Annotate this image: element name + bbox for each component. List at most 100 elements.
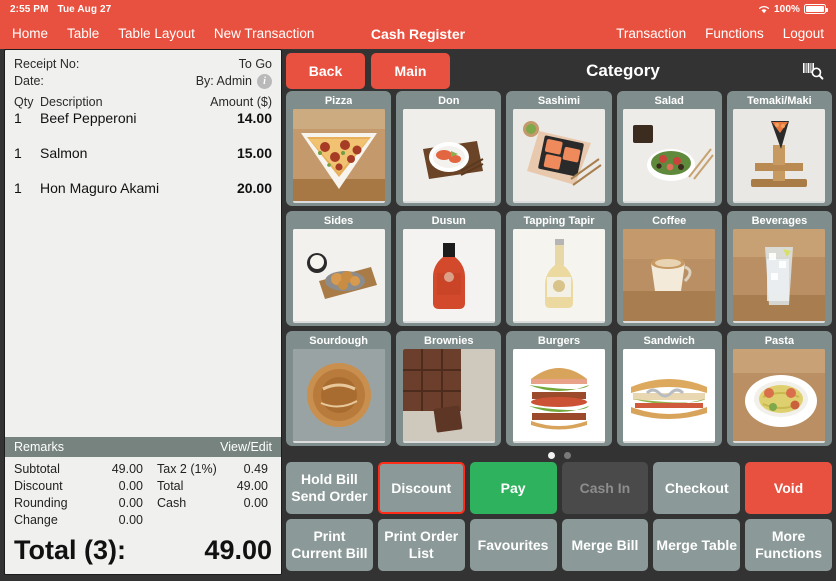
nav-functions[interactable]: Functions	[705, 26, 764, 41]
status-bar: 2:55 PM Tue Aug 27 100%	[0, 0, 836, 18]
nav-home[interactable]: Home	[12, 26, 48, 41]
category-title: Category	[586, 61, 660, 80]
category-tile-sides[interactable]: Sides	[286, 211, 392, 326]
remarks-label: Remarks	[14, 440, 65, 454]
pay-button[interactable]: Pay	[469, 462, 557, 514]
category-tile-sandwich[interactable]: Sandwich	[616, 331, 722, 446]
back-button[interactable]: Back	[286, 53, 365, 89]
category-tile-coffee[interactable]: Coffee	[616, 211, 722, 326]
nav-table-layout[interactable]: Table Layout	[118, 26, 195, 41]
checkout-label: Checkout	[664, 479, 729, 496]
category-label: Burgers	[537, 335, 581, 347]
receipt-items-list[interactable]: 1 Beef Pepperoni 14.00 1 Salmon 15.00 1 …	[5, 110, 281, 437]
grand-total-row: Total (3): 49.00	[5, 529, 281, 574]
info-icon[interactable]: i	[257, 74, 272, 89]
hold-bill-send-order-button[interactable]: Hold Bill Send Order	[286, 462, 373, 514]
category-tile-pizza[interactable]: Pizza	[286, 91, 392, 206]
pager-dot-2[interactable]	[563, 451, 571, 459]
category-grid: Pizza Don Sashimi Salad Temaki/Maki Side…	[286, 91, 832, 448]
receipt-no-value: To Go	[238, 57, 272, 71]
rounding-value: 0.00	[118, 496, 143, 510]
item-description: Salmon	[40, 145, 88, 161]
print-order-list-button[interactable]: Print Order List	[377, 519, 465, 571]
category-label: Tapping Tapir	[523, 215, 595, 227]
category-label: Sourdough	[309, 335, 368, 347]
discount-button[interactable]: Discount	[377, 462, 465, 514]
category-label: Sides	[323, 215, 354, 227]
merge-bill-button[interactable]: Merge Bill	[561, 519, 649, 571]
category-thumbnail-sourdough	[292, 349, 385, 443]
totals-row-cash: Cash 0.00	[143, 495, 268, 512]
nav-table[interactable]: Table	[67, 26, 99, 41]
favourites-button[interactable]: Favourites	[469, 519, 557, 571]
more-functions-label: More Functions	[755, 528, 823, 561]
category-thumbnail-tapir	[512, 229, 605, 323]
category-thumbnail-salad	[623, 109, 716, 203]
grand-total-label: Total (3):	[14, 535, 126, 565]
merge-table-button[interactable]: Merge Table	[653, 519, 741, 571]
category-label: Coffee	[652, 215, 687, 227]
category-tile-salad[interactable]: Salad	[616, 91, 722, 206]
hold-bill-label: Hold Bill Send Order	[291, 471, 368, 504]
category-thumbnail-dusun	[402, 229, 495, 323]
receipt-line-item[interactable]: 1 Beef Pepperoni 14.00	[14, 110, 272, 145]
category-thumbnail-sandwich	[623, 349, 716, 443]
pager-dot-1[interactable]	[547, 451, 555, 459]
cash-label: Cash	[157, 496, 187, 510]
category-tile-beverages[interactable]: Beverages	[726, 211, 832, 326]
status-time: 2:55 PM	[10, 3, 49, 15]
receipt-panel: Receipt No: To Go Date: By: Admin i Qty …	[4, 49, 282, 575]
category-thumbnail-sashimi	[512, 109, 605, 203]
nav-new-transaction[interactable]: New Transaction	[214, 26, 315, 41]
barcode-search-icon[interactable]	[796, 56, 830, 86]
category-tile-brownies[interactable]: Brownies	[396, 331, 502, 446]
category-label: Pasta	[764, 335, 795, 347]
cash-in-label: Cash In	[579, 479, 631, 496]
category-tile-sourdough[interactable]: Sourdough	[286, 331, 392, 446]
category-tile-dusun[interactable]: Dusun	[396, 211, 502, 326]
category-pager[interactable]	[286, 448, 832, 462]
discount-value: 0.00	[118, 479, 143, 493]
receipt-column-headers: Qty Description Amount ($)	[5, 92, 281, 110]
void-button[interactable]: Void	[745, 462, 832, 514]
nav-logout[interactable]: Logout	[783, 26, 824, 41]
totals-section: Subtotal 49.00 Discount 0.00 Rounding 0.…	[5, 457, 281, 529]
category-panel: Back Main Category Pizza Don Sashimi Sal…	[286, 49, 836, 581]
item-amount: 15.00	[236, 145, 272, 161]
category-tile-sashimi[interactable]: Sashimi	[506, 91, 612, 206]
cash-value: 0.00	[243, 496, 268, 510]
category-label: Temaki/Maki	[747, 95, 812, 107]
category-tile-pasta[interactable]: Pasta	[726, 331, 832, 446]
more-functions-button[interactable]: More Functions	[745, 519, 832, 571]
category-label: Pizza	[324, 95, 353, 107]
remarks-bar[interactable]: Remarks View/Edit	[5, 437, 281, 457]
category-tile-burgers[interactable]: Burgers	[506, 331, 612, 446]
view-edit-link[interactable]: View/Edit	[220, 440, 272, 454]
category-label: Sashimi	[537, 95, 581, 107]
status-date: Tue Aug 27	[57, 3, 112, 15]
checkout-button[interactable]: Checkout	[653, 462, 741, 514]
main-button[interactable]: Main	[371, 53, 450, 89]
totals-row-subtotal: Subtotal 49.00	[14, 461, 143, 478]
change-label: Change	[14, 513, 58, 527]
nav-left-group: Home Table Table Layout New Transaction	[12, 26, 314, 41]
category-tile-don[interactable]: Don	[396, 91, 502, 206]
item-amount: 14.00	[236, 110, 272, 126]
totals-row-discount: Discount 0.00	[14, 478, 143, 495]
receipt-line-item[interactable]: 1 Hon Maguro Akami 20.00	[14, 180, 272, 215]
totals-right-column: Tax 2 (1%) 0.49 Total 49.00 Cash 0.00	[143, 461, 272, 529]
totals-row-total: Total 49.00	[143, 478, 268, 495]
category-thumbnail-burgers	[512, 349, 605, 443]
totals-left-column: Subtotal 49.00 Discount 0.00 Rounding 0.…	[14, 461, 143, 529]
category-tile-tapping-tapir[interactable]: Tapping Tapir	[506, 211, 612, 326]
category-thumbnail-coffee	[623, 229, 716, 323]
category-tile-temaki-maki[interactable]: Temaki/Maki	[726, 91, 832, 206]
category-thumbnail-temaki	[733, 109, 826, 203]
nav-transaction[interactable]: Transaction	[616, 26, 686, 41]
column-header-description: Description	[40, 95, 103, 109]
item-description: Hon Maguro Akami	[40, 180, 160, 196]
receipt-line-item[interactable]: 1 Salmon 15.00	[14, 145, 272, 180]
discount-label: Discount	[14, 479, 63, 493]
item-description: Beef Pepperoni	[40, 110, 137, 126]
print-current-bill-button[interactable]: Print Current Bill	[286, 519, 373, 571]
